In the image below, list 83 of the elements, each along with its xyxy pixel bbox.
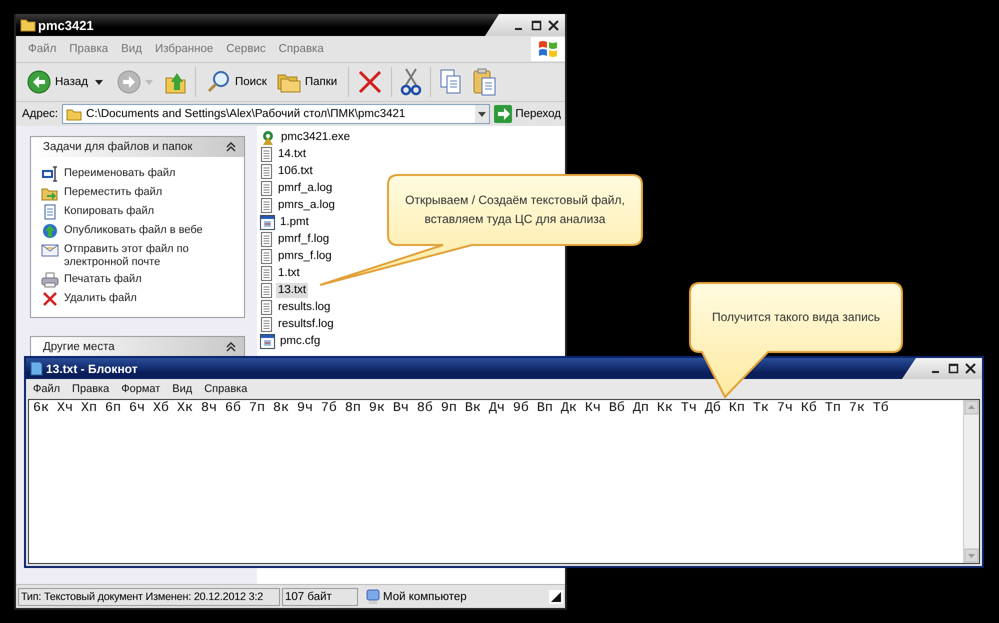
menu-item[interactable]: Избранное <box>154 43 214 55</box>
text-editor[interactable]: 6к Хч Хп 6п 6ч Хб Хк 8ч 6б 7п 8к 9ч 7б 8п 9к Вч 8б 9п Вк Дч 9б Вп Дк Кч Вб Дп Кк Тч Дб Кп Тк 7ч Кб Тп 7к Тб <box>28 399 980 564</box>
text-file-icon <box>260 317 273 332</box>
task-link[interactable]: Печатать файл <box>64 272 214 286</box>
folders-button[interactable]: Папки <box>274 69 340 95</box>
search-button[interactable]: Поиск <box>204 68 270 96</box>
text-file-icon <box>260 232 273 247</box>
collapse-icon[interactable] <box>226 142 236 152</box>
text-file-icon <box>260 198 273 213</box>
file-item[interactable]: 1.pmt <box>278 215 311 230</box>
delete-icon[interactable] <box>357 69 384 95</box>
task-link[interactable]: Переименовать файл <box>64 166 214 180</box>
back-button[interactable]: Назад <box>24 68 91 96</box>
text-file-icon <box>260 147 273 162</box>
file-item[interactable]: results.log <box>276 300 332 315</box>
address-label: Адрес: <box>22 108 58 120</box>
menu-item[interactable]: Формат <box>121 383 160 395</box>
file-item[interactable]: 1.txt <box>276 266 302 281</box>
menu-item[interactable]: Справка <box>278 43 324 55</box>
text-file-icon <box>260 266 273 281</box>
task-link[interactable]: Удалить файл <box>64 291 214 305</box>
dropdown-icon[interactable] <box>475 105 490 123</box>
text-file-icon <box>260 181 273 196</box>
file-item[interactable]: pmrf_a.log <box>276 181 334 196</box>
rename-icon <box>41 166 59 182</box>
file-item[interactable]: 10б.txt <box>276 164 315 179</box>
callout-text: Открываем / Создаём текстовый файл, вставляем туда ЦС для анализа <box>404 192 626 228</box>
paste-icon[interactable] <box>473 68 498 96</box>
settings-file-icon <box>260 215 275 230</box>
menu-item[interactable]: Правка <box>72 383 110 395</box>
envelope-icon <box>41 242 59 258</box>
document-text: 6к Хч Хп 6п 6ч Хб Хк 8ч 6б 7п 8к 9ч 7б 8п 9к Вч 8б 9п Вк Дч 9б Вп Дк Кч Вб Дп Кк Тч Дб Кп Тк 7ч Кб Тп 7к Тб <box>32 400 890 416</box>
status-text: 107 байт <box>282 588 358 606</box>
address-field[interactable]: C:\Documents and Settings\Alex\Рабочий стол\ПМК\pmc3421 <box>62 104 490 124</box>
go-button[interactable]: Переход <box>494 105 561 123</box>
close-icon[interactable] <box>965 363 976 374</box>
menu-item[interactable]: Вид <box>172 383 192 395</box>
text-file-icon <box>260 249 273 264</box>
status-text: Тип: Текстовый документ Изменен: 20.12.2012 3:2 <box>18 588 280 606</box>
copy-icon[interactable] <box>439 69 464 95</box>
program-icon <box>260 130 276 146</box>
close-icon[interactable] <box>548 20 559 30</box>
printer-icon <box>41 272 59 288</box>
task-link[interactable]: Опубликовать файл в вебе <box>64 223 214 237</box>
resize-grip-icon[interactable] <box>549 590 563 604</box>
collapse-icon[interactable] <box>226 342 236 352</box>
text-file-icon <box>260 283 273 298</box>
windows-logo <box>531 37 565 61</box>
file-item[interactable]: pmrs_a.log <box>276 198 337 213</box>
file-item[interactable]: pmc.cfg <box>278 334 322 349</box>
maximize-icon[interactable] <box>948 363 959 374</box>
task-link[interactable]: Переместить файл <box>64 185 214 199</box>
settings-file-icon <box>260 334 275 349</box>
task-link[interactable]: Копировать файл <box>64 204 214 218</box>
file-item[interactable]: pmc3421.exe <box>279 130 352 145</box>
globe-icon <box>41 223 59 239</box>
computer-icon <box>366 588 380 604</box>
caret-icon[interactable] <box>94 80 103 84</box>
menu-item[interactable]: Правка <box>69 43 108 55</box>
status-text: Мой компьютер <box>383 590 467 602</box>
callout-text: Получится такого вида запись <box>712 309 880 326</box>
scissors-icon[interactable] <box>400 68 422 96</box>
folder-icon <box>20 18 36 32</box>
file-item[interactable]: pmrs_f.log <box>276 249 334 264</box>
text-file-icon <box>260 164 273 179</box>
file-item[interactable]: 14.txt <box>276 147 308 162</box>
menu-item[interactable]: Справка <box>204 383 248 395</box>
window-title: pmc3421 <box>38 18 94 32</box>
search-icon <box>206 70 231 94</box>
text-file-icon <box>260 300 273 315</box>
window-title: 13.txt - Блокнот <box>46 362 138 376</box>
maximize-icon[interactable] <box>531 20 542 30</box>
delete-icon <box>41 291 59 307</box>
folder-icon <box>66 108 82 120</box>
notepad-icon <box>30 361 43 376</box>
menu-item[interactable]: Файл <box>33 383 60 395</box>
menu-item[interactable]: Вид <box>121 43 142 55</box>
menu-item[interactable]: Сервис <box>226 43 266 55</box>
task-link[interactable]: Отправить этот файл по электронной почте <box>64 242 214 269</box>
file-item[interactable]: resultsf.log <box>276 317 336 332</box>
menu-item[interactable]: Файл <box>28 43 56 55</box>
file-item[interactable]: 13.txt <box>276 283 308 298</box>
file-item[interactable]: pmrf_f.log <box>276 232 332 247</box>
